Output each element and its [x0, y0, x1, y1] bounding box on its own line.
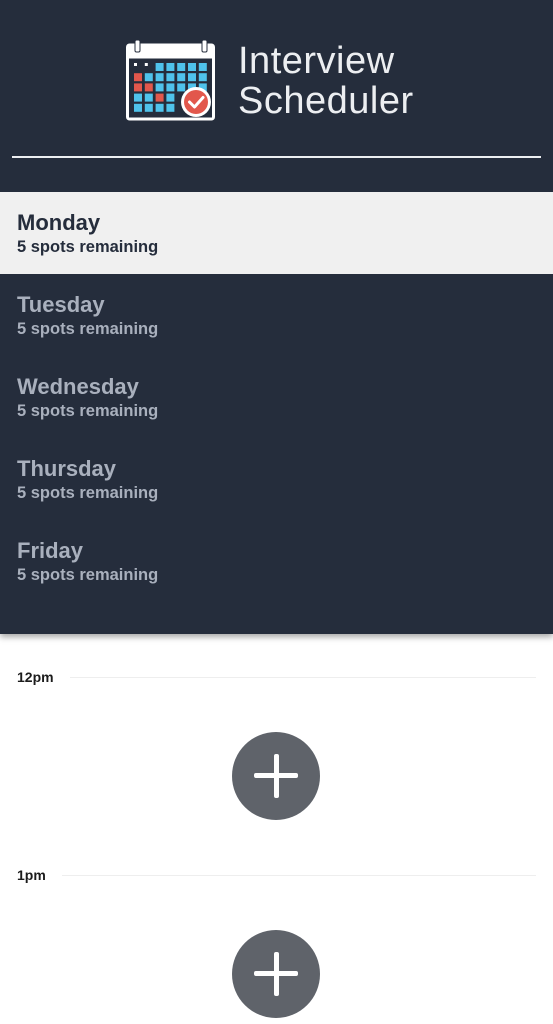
- app-title-line2: Scheduler: [238, 80, 414, 122]
- slot-divider: [69, 676, 536, 678]
- day-item-monday[interactable]: Monday 5 spots remaining: [0, 192, 553, 274]
- appointment-slot: 1pm: [0, 832, 553, 1024]
- day-spots: 5 spots remaining: [17, 484, 159, 502]
- day-name: Monday: [17, 210, 101, 235]
- slot-time: 12pm: [17, 669, 54, 685]
- day-name: Tuesday: [17, 292, 105, 317]
- sidebar: Interview Scheduler Monday 5 spots remai…: [0, 0, 553, 634]
- day-spots: 5 spots remaining: [17, 238, 159, 256]
- add-appointment-button[interactable]: [232, 732, 320, 820]
- appointment-slot: 12pm: [0, 634, 553, 832]
- day-spots: 5 spots remaining: [17, 402, 159, 420]
- slot-header: 1pm: [17, 865, 536, 885]
- app-logo: Interview Scheduler: [126, 40, 414, 122]
- day-name: Wednesday: [17, 374, 139, 399]
- app-title: Interview Scheduler: [238, 41, 414, 121]
- day-spots: 5 spots remaining: [17, 320, 159, 338]
- slot-time: 1pm: [17, 867, 46, 883]
- day-spots: 5 spots remaining: [17, 566, 159, 584]
- day-item-wednesday[interactable]: Wednesday 5 spots remaining: [0, 356, 553, 438]
- schedule: 12pm 1pm: [0, 634, 553, 1024]
- app-title-line1: Interview: [238, 40, 395, 82]
- slot-header: 12pm: [17, 667, 536, 687]
- calendar-check-icon: [126, 40, 215, 121]
- slot-divider: [61, 874, 536, 876]
- day-name: Thursday: [17, 456, 117, 481]
- header-divider: [12, 156, 541, 158]
- day-name: Friday: [17, 538, 84, 563]
- day-list: Monday 5 spots remaining Tuesday 5 spots…: [0, 192, 553, 602]
- day-item-tuesday[interactable]: Tuesday 5 spots remaining: [0, 274, 553, 356]
- add-appointment-button[interactable]: [232, 930, 320, 1018]
- day-item-thursday[interactable]: Thursday 5 spots remaining: [0, 438, 553, 520]
- day-item-friday[interactable]: Friday 5 spots remaining: [0, 520, 553, 602]
